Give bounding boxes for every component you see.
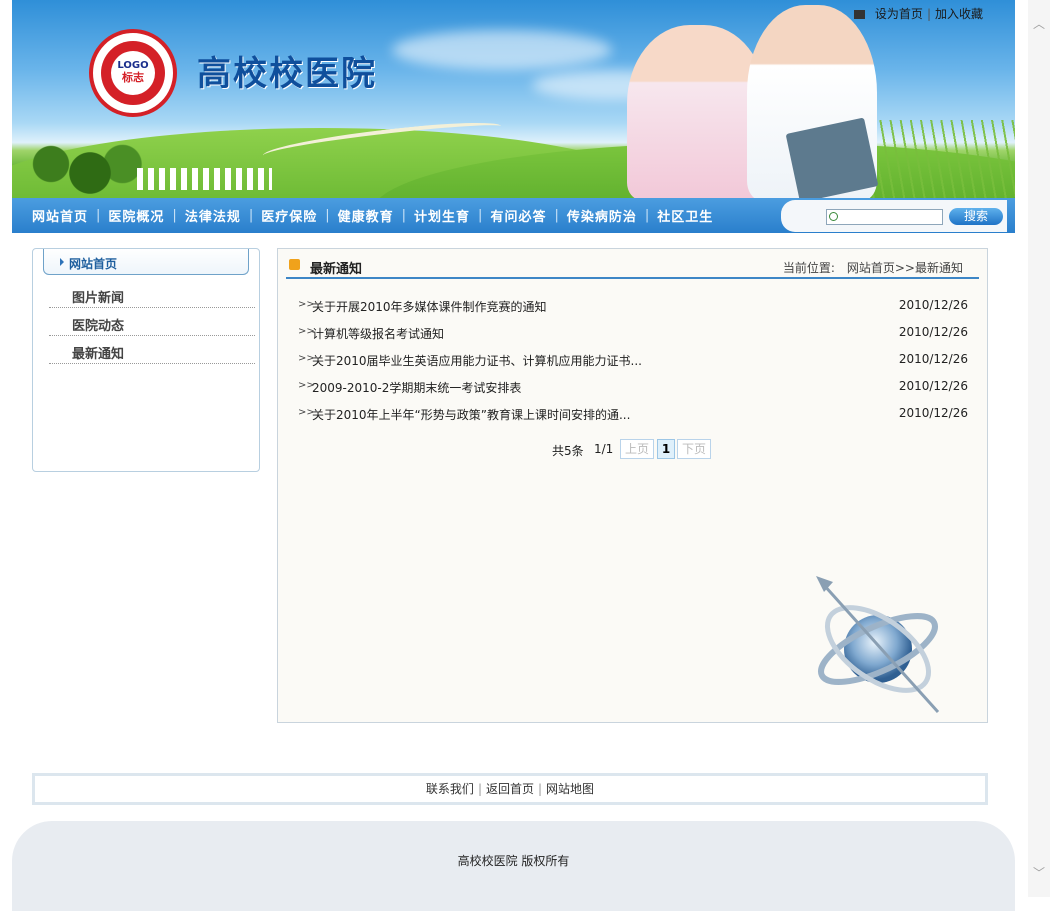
list-item[interactable]: >> 2009-2010-2学期期末统一考试安排表 2010/12/26 xyxy=(298,375,968,402)
site-title: 高校校医院 xyxy=(197,54,377,94)
link-separator: | xyxy=(926,7,931,21)
notice-date: 2010/12/26 xyxy=(898,325,968,339)
header-banner: LOGO 标志 高校校医院 设为首页 | 加入收藏 xyxy=(12,0,1015,198)
notice-date: 2010/12/26 xyxy=(898,298,968,312)
notice-title[interactable]: 关于2010年上半年“形势与政策”教育课上课时间安排的通... xyxy=(312,406,630,423)
nav-item-insurance[interactable]: 医疗保险 xyxy=(261,206,317,225)
search-button[interactable]: 搜索 xyxy=(949,208,1003,225)
search-input[interactable] xyxy=(826,209,943,225)
nav-item-health-edu[interactable]: 健康教育 xyxy=(338,206,394,225)
notice-icon xyxy=(289,259,300,270)
nav-item-law[interactable]: 法律法规 xyxy=(185,206,241,225)
footer-separator: | xyxy=(538,782,543,796)
grass-decoration xyxy=(865,120,1015,198)
breadcrumb-path[interactable]: 网站首页>>最新通知 xyxy=(847,261,963,275)
notice-list: >> 关于开展2010年多媒体课件制作竞赛的通知 2010/12/26 >> 计… xyxy=(298,294,968,429)
notice-date: 2010/12/26 xyxy=(898,352,968,366)
notice-date: 2010/12/26 xyxy=(898,406,968,420)
nav-separator: | xyxy=(248,208,254,223)
copyright-bar: 高校校医院 版权所有 xyxy=(12,821,1015,911)
list-item[interactable]: >> 关于开展2010年多媒体课件制作竞赛的通知 2010/12/26 xyxy=(298,294,968,321)
nav-item-home[interactable]: 网站首页 xyxy=(32,206,88,225)
nav-separator: | xyxy=(554,208,559,223)
sidebar-item-latest-notice[interactable]: 最新通知 xyxy=(49,337,255,364)
sidebar-item-label: 网站首页 xyxy=(69,257,118,271)
nav-item-infectious[interactable]: 传染病防治 xyxy=(567,206,637,225)
nav-item-qa[interactable]: 有问必答 xyxy=(490,206,546,225)
search-icon xyxy=(829,212,838,221)
scroll-down-icon[interactable]: ﹀ xyxy=(1033,867,1045,879)
list-item[interactable]: >> 关于2010年上半年“形势与政策”教育课上课时间安排的通... 2010/… xyxy=(298,402,968,429)
next-page-button[interactable]: 下页 xyxy=(677,439,711,459)
footer-separator: | xyxy=(477,782,482,796)
add-favorite-link[interactable]: 加入收藏 xyxy=(935,7,983,21)
list-item[interactable]: >> 计算机等级报名考试通知 2010/12/26 xyxy=(298,321,968,348)
notice-title[interactable]: 2009-2010-2学期期末统一考试安排表 xyxy=(312,379,521,396)
nav-item-community[interactable]: 社区卫生 xyxy=(657,206,713,225)
contact-us-link[interactable]: 联系我们 xyxy=(426,782,474,796)
prev-page-button[interactable]: 上页 xyxy=(620,439,654,459)
sidebar-item-label: 最新通知 xyxy=(72,347,125,362)
pager-total: 共5条 xyxy=(552,444,584,458)
logo-text-en: LOGO xyxy=(117,60,149,71)
nurse-image xyxy=(627,25,767,198)
triangle-right-icon xyxy=(60,258,64,266)
notice-title[interactable]: 关于2010届毕业生英语应用能力证书、计算机应用能力证书... xyxy=(312,352,642,369)
scrollbar[interactable]: ︿ ﹀ xyxy=(1028,0,1050,897)
sidebar-item-photo-news[interactable]: 图片新闻 xyxy=(49,281,255,308)
sidebar: 网站首页 图片新闻 医院动态 最新通知 xyxy=(32,248,260,472)
notice-date: 2010/12/26 xyxy=(898,379,968,393)
pager-page-of: 1/1 xyxy=(594,442,614,456)
logo-text-cn: 标志 xyxy=(122,71,144,84)
main-panel: 最新通知 当前位置: 网站首页>>最新通知 >> 关于开展2010年多媒体课件制作… xyxy=(277,248,988,723)
footer-links: 联系我们 | 返回首页 | 网站地图 xyxy=(32,773,988,805)
page-number-button[interactable]: 1 xyxy=(657,439,675,459)
fence-decoration xyxy=(137,168,272,190)
logo-inner: LOGO 标志 xyxy=(111,51,155,95)
top-links: 设为首页 | 加入收藏 xyxy=(853,5,983,22)
notice-title[interactable]: 计算机等级报名考试通知 xyxy=(312,325,444,342)
panel-header: 最新通知 当前位置: 网站首页>>最新通知 xyxy=(286,249,979,279)
main-nav: 网站首页 | 医院概况 | 法律法规 | 医疗保险 | 健康教育 | 计划生育 … xyxy=(12,198,1015,233)
copyright-text: 高校校医院 版权所有 xyxy=(457,854,570,868)
sidebar-item-home[interactable]: 网站首页 xyxy=(43,249,249,275)
page: LOGO 标志 高校校医院 设为首页 | 加入收藏 网站首页 | 医院概况 | 法律… xyxy=(0,0,1028,911)
nav-separator: | xyxy=(478,208,483,223)
sidebar-item-label: 图片新闻 xyxy=(72,291,125,306)
sidebar-item-hospital-news[interactable]: 医院动态 xyxy=(49,309,255,336)
site-logo[interactable]: LOGO 标志 xyxy=(89,29,177,117)
nav-item-overview[interactable]: 医院概况 xyxy=(108,206,164,225)
sitemap-link[interactable]: 网站地图 xyxy=(546,782,594,796)
sidebar-item-label: 医院动态 xyxy=(72,319,125,334)
nav-separator: | xyxy=(325,208,330,223)
list-item[interactable]: >> 关于2010届毕业生英语应用能力证书、计算机应用能力证书... 2010/… xyxy=(298,348,968,375)
cloud-decoration xyxy=(392,30,612,70)
tree-decoration xyxy=(12,140,142,198)
globe-decoration-icon xyxy=(816,576,940,714)
scroll-up-icon[interactable]: ︿ xyxy=(1033,18,1045,30)
nav-separator: | xyxy=(172,208,177,223)
notice-title[interactable]: 关于开展2010年多媒体课件制作竞赛的通知 xyxy=(312,298,547,315)
set-home-link[interactable]: 设为首页 xyxy=(875,7,923,21)
home-icon xyxy=(853,10,865,19)
breadcrumb-label: 当前位置: xyxy=(782,261,835,275)
breadcrumb: 当前位置: 网站首页>>最新通知 xyxy=(783,259,963,276)
panel-title: 最新通知 xyxy=(310,262,363,277)
search-box: 搜索 xyxy=(781,200,1007,232)
back-home-link[interactable]: 返回首页 xyxy=(486,782,534,796)
nav-separator: | xyxy=(96,208,101,223)
nav-separator: | xyxy=(644,208,650,223)
nav-separator: | xyxy=(401,208,407,223)
nav-item-family-planning[interactable]: 计划生育 xyxy=(414,206,470,225)
